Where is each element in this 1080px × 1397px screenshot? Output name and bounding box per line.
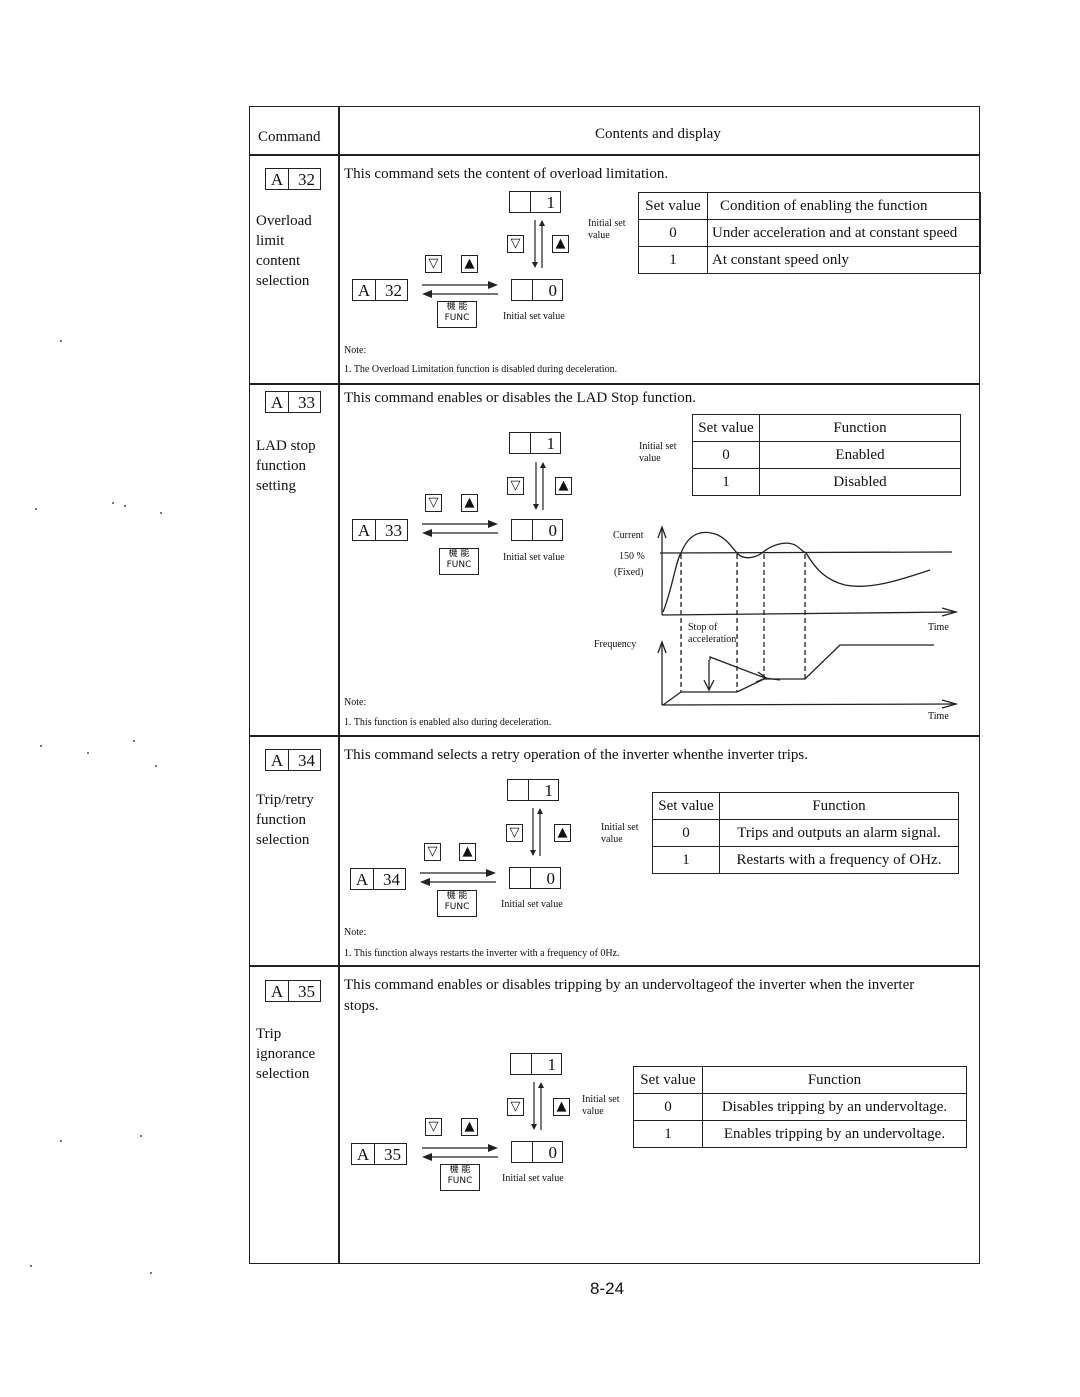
command-display-a34: A 34 (350, 868, 406, 890)
up-down-arrows (531, 1082, 544, 1130)
note-text: 1. This function is enabled also during … (344, 717, 552, 728)
func-arrows (420, 869, 496, 886)
table-row: 1 Enables tripping by an undervoltage. (633, 1120, 967, 1148)
initial-set-label: Initial set value (582, 1094, 620, 1117)
initial-set-value-label: Initial set value (501, 899, 563, 910)
frequency-target (709, 656, 781, 681)
down-key-icon: ▽ (425, 1118, 442, 1136)
initial-set-label: Initial set value (601, 822, 639, 845)
frequency-x-axis (661, 703, 957, 706)
up-key-icon: ▲ (459, 843, 476, 861)
command-description: This command enables or disables trippin… (344, 977, 915, 1014)
table-row: 0 Disables tripping by an undervoltage. (633, 1093, 967, 1121)
down-key-icon: ▽ (506, 824, 523, 842)
func-key-icon: 機 能 FUNC (437, 890, 477, 917)
lad-stop-timing-graph (657, 525, 959, 709)
up-key-icon: ▲ (554, 824, 571, 842)
up-key-icon: ▲ (461, 1118, 478, 1136)
value-display-0: 0 (511, 1141, 563, 1163)
table-row: 0 Trips and outputs an alarm signal. (652, 819, 959, 847)
command-title-a34: Trip/retry function selection (256, 792, 314, 848)
down-key-icon: ▽ (507, 1098, 524, 1116)
value-display-1: 1 (510, 1053, 562, 1075)
value-display-0: 0 (509, 867, 561, 889)
page-number: 8-24 (590, 1279, 625, 1298)
command-title-a35: Trip ignorance selection (256, 1026, 316, 1082)
command-display-a35: A 35 (351, 1143, 407, 1165)
func-key-icon: 機 能 FUNC (440, 1164, 480, 1191)
down-key-icon: ▽ (424, 843, 441, 861)
func-arrows (422, 1144, 498, 1161)
up-key-icon: ▲ (553, 1098, 570, 1116)
up-down-arrows (530, 808, 543, 856)
table-row: 1 Restarts with a frequency of OHz. (652, 846, 959, 874)
initial-set-value-label: Initial set value (502, 1173, 564, 1184)
command-description: This command selects a retry operation o… (344, 747, 809, 763)
note-label: Note: (344, 927, 367, 938)
note-label: Note: (344, 697, 367, 708)
command-code-a34: A 34 (265, 749, 321, 771)
set-value-table: Set value Function 0 Trips and outputs an … (652, 792, 959, 874)
value-display-1: 1 (507, 779, 559, 801)
current-x-axis (661, 611, 957, 616)
frequency-curve (662, 644, 934, 706)
current-curve (662, 531, 931, 613)
note-text: 1. This function always restarts the inv… (344, 948, 620, 959)
command-code-a35: A 35 (265, 980, 321, 1002)
set-value-table: Set value Function 0 Disables tripping by … (633, 1066, 967, 1148)
